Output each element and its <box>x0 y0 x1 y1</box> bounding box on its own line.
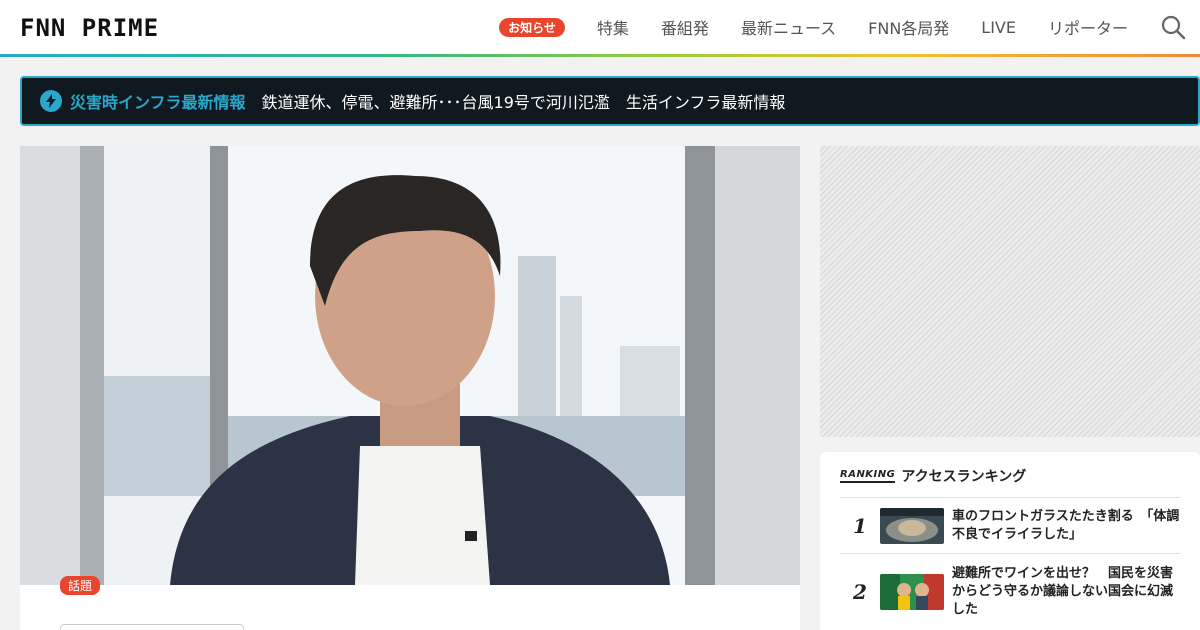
article-card: 話題 <box>20 146 800 630</box>
ranking-item-title[interactable]: 車のフロントガラスたたき割る 「体調不良でイライラした」 <box>952 508 1180 544</box>
nav-item-live[interactable]: LIVE <box>981 18 1016 37</box>
topic-tag[interactable]: 話題 <box>60 576 101 595</box>
nav-item-reporters[interactable]: リポーター <box>1048 15 1128 39</box>
lightning-icon <box>40 90 62 112</box>
ranking-thumbnail[interactable] <box>880 507 944 544</box>
ranking-item[interactable]: 1 車のフロントガラスたたき割る 「体調不良でイライラした」 <box>840 497 1180 553</box>
nav-item-programs[interactable]: 番組発 <box>661 15 709 39</box>
ad-placeholder <box>820 146 1200 437</box>
article-hero-image[interactable] <box>20 146 800 585</box>
access-ranking-panel: RANKING アクセスランキング 1 車のフロントガラスたたき割る 「体調不良… <box>820 452 1200 630</box>
ranking-item[interactable]: 2 避難所でワインを出せ？ 国民を災害からどう守るか議論しない国会に幻滅した <box>840 553 1180 629</box>
site-logo[interactable]: FNN PRIME <box>20 14 159 42</box>
notice-badge[interactable]: お知らせ <box>499 17 565 37</box>
ranking-item-title[interactable]: 避難所でワインを出せ？ 国民を災害からどう守るか議論しない国会に幻滅した <box>952 565 1180 619</box>
nav-item-features[interactable]: 特集 <box>597 15 629 39</box>
rank-number: 1 <box>853 513 867 538</box>
ranking-thumbnail[interactable] <box>880 573 944 610</box>
rank-number: 2 <box>853 579 867 604</box>
interview-photo <box>20 146 800 585</box>
site-header: FNN PRIME お知らせ 特集 番組発 最新ニュース FNN各局発 LIVE… <box>0 0 1200 54</box>
disaster-alert-bar[interactable]: 災害時インフラ最新情報 鉄道運休、停電、避難所･･･台風19号で河川氾濫 生活イ… <box>20 76 1200 126</box>
search-icon[interactable] <box>1160 14 1186 40</box>
header-gradient-bar <box>0 54 1200 57</box>
ranking-title: アクセスランキング <box>901 469 1027 485</box>
nav-item-local-stations[interactable]: FNN各局発 <box>868 15 949 39</box>
nav-item-latest-news[interactable]: 最新ニュース <box>741 15 836 39</box>
article-meta-box <box>60 624 244 630</box>
alert-label: 災害時インフラ最新情報 <box>70 93 246 112</box>
alert-headline[interactable]: 鉄道運休、停電、避難所･･･台風19号で河川氾濫 生活インフラ最新情報 <box>262 89 786 113</box>
ranking-logo: RANKING <box>840 469 896 483</box>
main-nav: お知らせ 特集 番組発 最新ニュース FNN各局発 LIVE リポーター <box>499 0 1186 54</box>
ranking-header: RANKING アクセスランキング <box>840 466 1026 486</box>
